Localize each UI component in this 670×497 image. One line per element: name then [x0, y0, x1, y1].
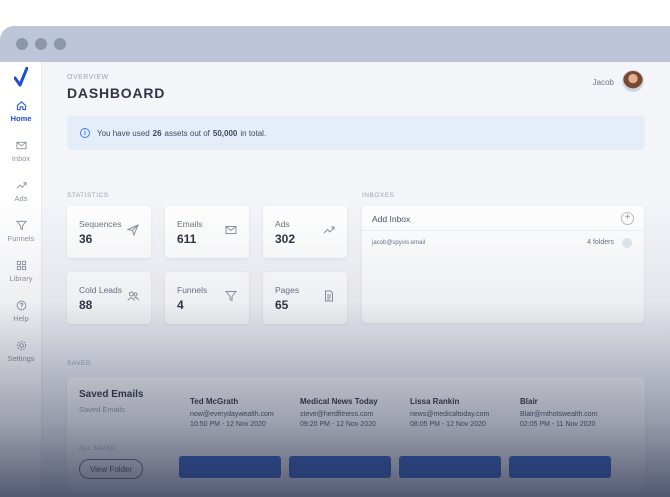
app-window: Home Inbox Ads Funnels Library Help Sett… — [0, 26, 670, 497]
user-name[interactable]: Jacob — [593, 78, 614, 87]
sidebar-item-label: Ads — [14, 194, 28, 203]
stat-card-emails[interactable]: Emails 611 — [165, 206, 249, 258]
add-inbox-label: Add Inbox — [372, 214, 411, 224]
saved-emails-title: Saved Emails — [79, 389, 144, 400]
grid-icon — [16, 260, 26, 271]
send-icon — [127, 224, 139, 236]
inbox-email[interactable]: jacob@spyvis.email — [372, 240, 425, 246]
open-email-button[interactable] — [509, 456, 611, 478]
view-folder-button[interactable]: View Folder — [79, 459, 143, 479]
usage-used: 26 — [152, 128, 162, 138]
main-content: OVERVIEW DASHBOARD Jacob i You have used… — [42, 62, 670, 497]
all-saved-label: ALL SAVED — [79, 446, 116, 452]
sidebar-item-settings[interactable]: Settings — [0, 340, 42, 363]
sidebar-item-label: Help — [13, 314, 29, 323]
contact-name: Medical News Today — [300, 397, 378, 406]
usage-middle: assets out of — [164, 128, 210, 138]
inbox-divider — [362, 230, 644, 231]
sidebar-item-funnels[interactable]: Funnels — [0, 220, 42, 243]
stat-label: Sequences — [79, 219, 122, 229]
contact-email: now@everydaywealth.com — [190, 411, 274, 418]
avatar[interactable] — [622, 70, 644, 92]
inbox-card: Add Inbox + jacob@spyvis.email 4 folders — [362, 206, 644, 323]
mail-icon — [15, 141, 27, 150]
contact-date: 08:05 PM - 12 Nov 2020 — [410, 421, 486, 428]
saved-contact[interactable]: Ted McGrath now@everydaywealth.com 10:50… — [190, 397, 274, 430]
saved-label: SAVED — [67, 360, 92, 367]
stat-value: 4 — [177, 298, 184, 312]
stat-value: 65 — [275, 298, 289, 312]
sidebar: Home Inbox Ads Funnels Library Help Sett… — [0, 62, 42, 497]
sidebar-item-label: Settings — [7, 354, 35, 363]
info-icon: i — [80, 128, 90, 138]
stat-value: 302 — [275, 232, 296, 246]
window-titlebar — [0, 26, 670, 62]
window-maximize-control[interactable] — [54, 38, 66, 50]
contact-date: 09:20 PM - 12 Nov 2020 — [300, 421, 376, 428]
open-email-button[interactable] — [289, 456, 391, 478]
contact-email: news@medicaltoday.com — [410, 411, 490, 418]
add-inbox-button[interactable]: + — [621, 212, 634, 225]
saved-emails-card: Saved Emails Saved Emails ALL SAVED View… — [67, 377, 645, 492]
sidebar-item-home[interactable]: Home — [0, 100, 42, 123]
stat-card-cold-leads[interactable]: Cold Leads 88 — [67, 272, 151, 324]
sidebar-item-label: Funnels — [7, 234, 35, 243]
brand-logo-icon[interactable] — [14, 67, 28, 87]
funnel-icon — [15, 220, 27, 231]
contact-email: Blair@mthotswealth.com — [520, 411, 598, 418]
stat-value: 36 — [79, 232, 93, 246]
mail-icon — [225, 226, 237, 234]
usage-total: 50,000 — [212, 128, 238, 138]
stat-value: 611 — [177, 232, 197, 246]
document-icon — [325, 290, 333, 302]
statistics-label: STATISTICS — [67, 192, 109, 199]
stat-label: Emails — [177, 219, 203, 229]
trend-icon — [16, 182, 27, 189]
page-title: DASHBOARD — [67, 85, 166, 101]
open-email-button[interactable] — [399, 456, 501, 478]
stat-label: Pages — [275, 285, 300, 295]
contact-name: Ted McGrath — [190, 397, 239, 406]
stat-card-pages[interactable]: Pages 65 — [263, 272, 347, 324]
stat-value: 88 — [79, 298, 93, 312]
sidebar-item-label: Home — [10, 114, 32, 123]
overview-label: OVERVIEW — [67, 74, 109, 81]
gear-icon — [16, 340, 26, 351]
usage-prefix: You have used — [97, 128, 150, 138]
sidebar-item-help[interactable]: Help — [0, 300, 42, 323]
sidebar-item-label: Library — [9, 274, 33, 283]
window-close-control[interactable] — [16, 38, 28, 50]
contact-date: 02:05 PM - 11 Nov 2020 — [520, 421, 596, 428]
home-icon — [16, 101, 26, 111]
saved-contact[interactable]: Lissa Rankin news@medicaltoday.com 08:05… — [410, 397, 489, 430]
trend-icon — [323, 226, 335, 234]
open-email-button[interactable] — [179, 456, 281, 478]
saved-contact[interactable]: Blair Blair@mthotswealth.com 02:05 PM - … — [520, 397, 598, 430]
usage-suffix: in total. — [240, 128, 267, 138]
usage-banner: i You have used 26 assets out of 50,000 … — [67, 116, 645, 150]
stat-label: Ads — [275, 219, 290, 229]
sidebar-item-inbox[interactable]: Inbox — [0, 140, 42, 163]
inboxes-label: INBOXES — [362, 192, 395, 199]
saved-contact[interactable]: Medical News Today steve@herdfitness.com… — [300, 397, 378, 430]
users-icon — [127, 291, 139, 301]
stat-label: Cold Leads — [79, 285, 123, 295]
stat-card-sequences[interactable]: Sequences 36 — [67, 206, 151, 258]
contact-date: 10:50 PM - 12 Nov 2020 — [190, 421, 266, 428]
sidebar-item-label: Inbox — [11, 154, 31, 163]
contact-name: Blair — [520, 397, 538, 406]
inbox-toggle[interactable] — [622, 238, 632, 248]
stat-card-ads[interactable]: Ads 302 — [263, 206, 347, 258]
help-icon — [16, 300, 26, 311]
sidebar-item-ads[interactable]: Ads — [0, 180, 42, 203]
stat-label: Funnels — [177, 285, 208, 295]
saved-emails-subtitle: Saved Emails — [79, 405, 125, 414]
window-minimize-control[interactable] — [35, 38, 47, 50]
inbox-folder-count: 4 folders — [587, 239, 614, 246]
contact-email: steve@herdfitness.com — [300, 411, 374, 418]
sidebar-item-library[interactable]: Library — [0, 260, 42, 283]
funnel-icon — [225, 291, 237, 302]
contact-name: Lissa Rankin — [410, 397, 460, 406]
stat-card-funnels[interactable]: Funnels 4 — [165, 272, 249, 324]
